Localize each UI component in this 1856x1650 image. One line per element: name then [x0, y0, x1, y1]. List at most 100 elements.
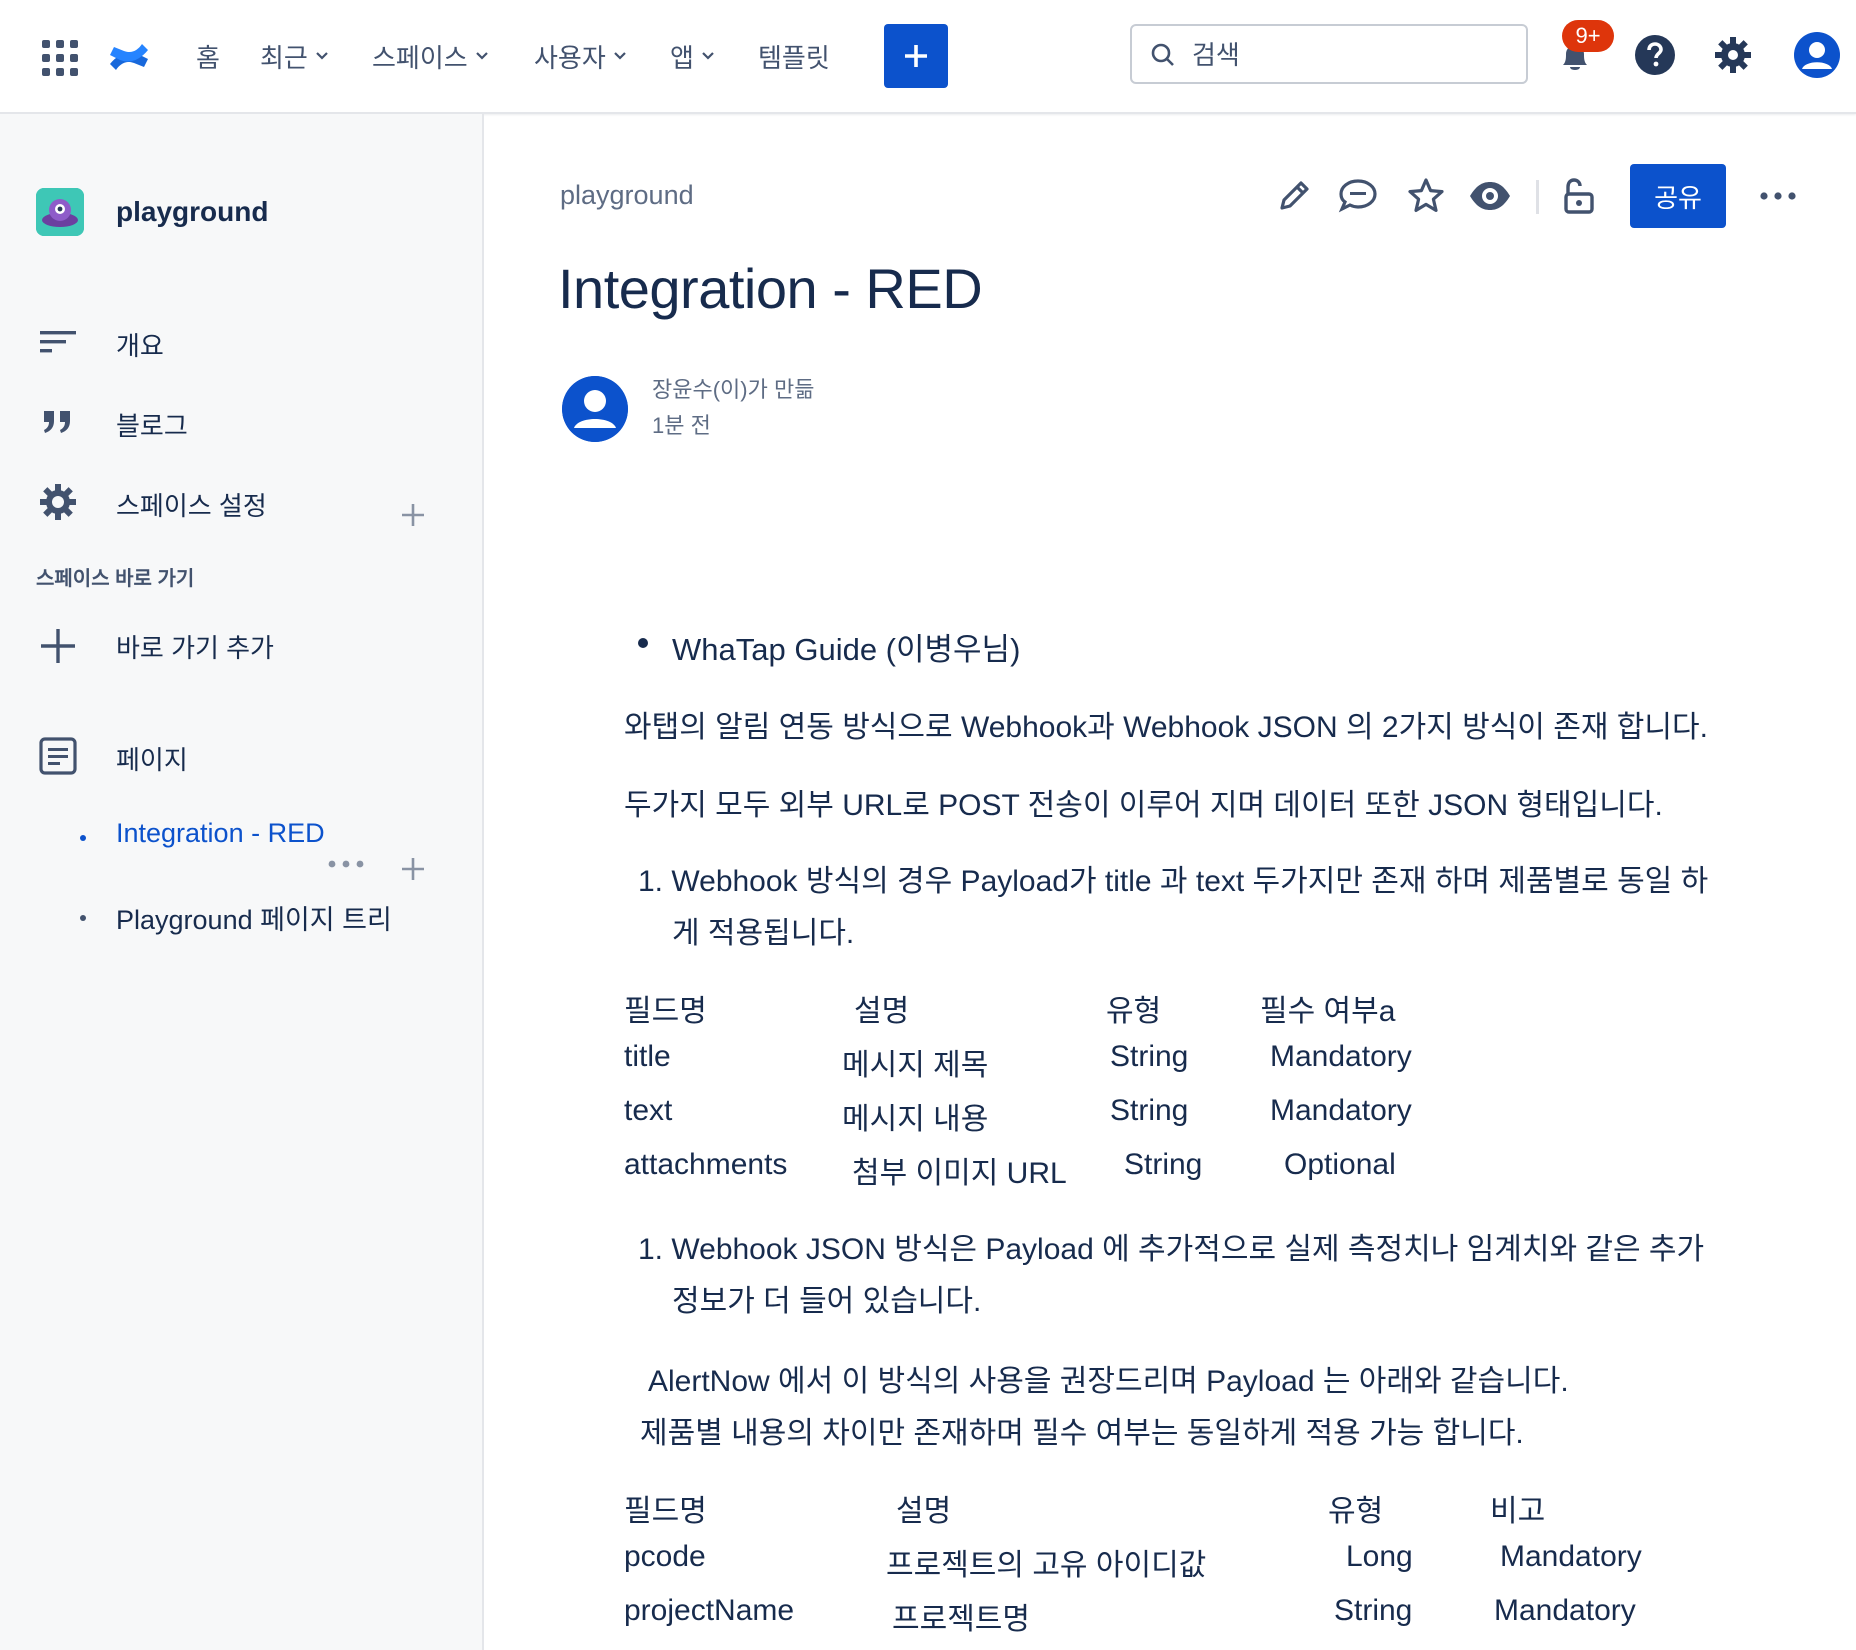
unlock-icon [1564, 178, 1594, 214]
ordered-item-2-line-1: 1. Webhook JSON 방식은 Payload 에 추가적으로 실제 측… [638, 1233, 1705, 1266]
top-navigation: 홈 최근 스페이스 사용자 앱 템플릿 9+ [0, 0, 1856, 114]
help-button[interactable] [1632, 32, 1678, 78]
more-options-icon[interactable] [326, 858, 366, 870]
sidebar-item-space-settings[interactable] [36, 480, 80, 524]
table-cell: Long [1346, 1540, 1413, 1573]
table-cell: Mandatory [1494, 1594, 1636, 1627]
sidebar-item-overview-label: 개요 [116, 331, 164, 361]
table-header: 필드명 [624, 1495, 707, 1528]
eye-icon [1470, 182, 1510, 210]
table-cell: String [1110, 1094, 1189, 1127]
comment-icon [1338, 179, 1377, 213]
confluence-logo-icon[interactable] [106, 34, 152, 80]
overview-lines-icon [40, 331, 76, 353]
last-updated: 1분 전 [652, 413, 711, 438]
table-header: 유형 [1106, 995, 1162, 1028]
table-cell: title [624, 1040, 671, 1073]
settings-button[interactable] [1710, 32, 1756, 78]
sidebar-item-blog[interactable] [36, 400, 80, 444]
nav-recent-label: 최근 [260, 42, 308, 73]
table-header: 필드명 [624, 995, 707, 1028]
nav-templates[interactable]: 템플릿 [758, 38, 830, 74]
nav-recent[interactable]: 최근 [260, 38, 330, 74]
plus-icon [905, 45, 927, 67]
table-header: 비고 [1490, 1495, 1546, 1528]
more-actions-icon[interactable] [1758, 190, 1798, 202]
table-cell: Mandatory [1270, 1094, 1412, 1127]
tree-bullet [80, 835, 86, 841]
table-cell: pcode [624, 1540, 706, 1573]
search-icon [1151, 43, 1174, 66]
sidebar-item-overview[interactable] [36, 320, 80, 364]
tree-item-playground-page-tree[interactable]: Playground 페이지 트리 [116, 898, 392, 937]
table-cell: String [1110, 1040, 1189, 1073]
gear-icon [1715, 37, 1751, 73]
tree-item-integration-red[interactable]: Integration - RED [116, 818, 325, 849]
table-cell: Optional [1284, 1148, 1396, 1181]
table-cell: 첨부 이미지 URL [852, 1157, 1067, 1190]
sidebar-item-pages[interactable] [36, 734, 80, 778]
sidebar: playground 개요 블로그 스페이스 설정 스페이스 바로 가기 바로 … [0, 114, 484, 1650]
user-avatar-icon [562, 376, 628, 442]
share-button[interactable]: 공유 [1630, 164, 1726, 228]
author-avatar[interactable] [562, 376, 628, 442]
table-header: 필수 여부a [1260, 995, 1396, 1028]
nav-spaces-label: 스페이스 [372, 42, 468, 73]
author-byline[interactable]: 장윤수(이)가 만듦 [652, 372, 814, 404]
shortcuts-heading: 스페이스 바로 가기 [36, 568, 195, 590]
table-cell: projectName [624, 1594, 795, 1627]
gear-icon [40, 484, 76, 520]
nav-people-label: 사용자 [534, 42, 606, 73]
bullet-item: WhaTap Guide (이병우님) [672, 632, 1021, 667]
sidebar-item-blog-label: 블로그 [116, 411, 188, 441]
star-button[interactable] [1400, 170, 1452, 222]
paragraph-4: 제품별 내용의 차이만 존재하며 필수 여부는 동일하게 적용 가능 합니다. [640, 1417, 1524, 1450]
create-button[interactable] [884, 24, 948, 88]
table-cell: String [1124, 1148, 1203, 1181]
table-cell: text [624, 1094, 673, 1127]
add-blog-plus-icon[interactable] [398, 500, 428, 530]
nav-apps-label: 앱 [670, 42, 694, 73]
chevron-down-icon [475, 52, 488, 60]
app-switcher-icon[interactable] [42, 40, 78, 76]
profile-button[interactable] [1792, 30, 1842, 80]
star-icon [1408, 178, 1444, 212]
page-document-icon [39, 737, 77, 775]
nav-home[interactable]: 홈 [196, 38, 220, 74]
breadcrumb[interactable]: playground [560, 180, 694, 211]
restrictions-button[interactable] [1552, 170, 1604, 222]
pencil-icon [1280, 181, 1309, 210]
nav-templates-label: 템플릿 [758, 42, 830, 73]
table-cell: 메시지 제목 [842, 1049, 989, 1082]
space-avatar[interactable] [36, 188, 84, 236]
nav-apps[interactable]: 앱 [670, 38, 716, 74]
quote-icon [44, 411, 70, 433]
space-name[interactable]: playground [116, 196, 268, 228]
table-cell: Mandatory [1500, 1540, 1642, 1573]
table-cell: 프로젝트명 [892, 1603, 1030, 1636]
sidebar-item-pages-label: 페이지 [116, 745, 188, 775]
nav-people[interactable]: 사용자 [534, 38, 628, 74]
table-header: 유형 [1328, 1495, 1384, 1528]
search-box[interactable] [1130, 24, 1528, 84]
plus-icon [41, 629, 75, 663]
add-page-plus-icon[interactable] [398, 854, 428, 884]
comment-button[interactable] [1332, 170, 1384, 222]
notification-count-badge: 9+ [1562, 20, 1614, 52]
sidebar-item-space-settings-label: 스페이스 설정 [116, 491, 267, 521]
nav-spaces[interactable]: 스페이스 [372, 38, 490, 74]
tree-bullet [80, 915, 86, 921]
watch-button[interactable] [1464, 170, 1516, 222]
table-cell: Mandatory [1270, 1040, 1412, 1073]
table-cell: attachments [624, 1148, 788, 1181]
edit-button[interactable] [1268, 170, 1320, 222]
table-header: 설명 [896, 1495, 952, 1528]
search-input[interactable] [1190, 36, 1514, 74]
paragraph-3: AlertNow 에서 이 방식의 사용을 권장드리며 Payload 는 아래… [648, 1365, 1569, 1398]
add-shortcut-button[interactable] [36, 624, 80, 668]
chevron-down-icon [702, 52, 714, 60]
table-header: 설명 [854, 995, 910, 1028]
table-cell: String [1334, 1594, 1413, 1627]
space-alien-icon [36, 188, 84, 236]
toolbar-divider [1536, 180, 1539, 214]
